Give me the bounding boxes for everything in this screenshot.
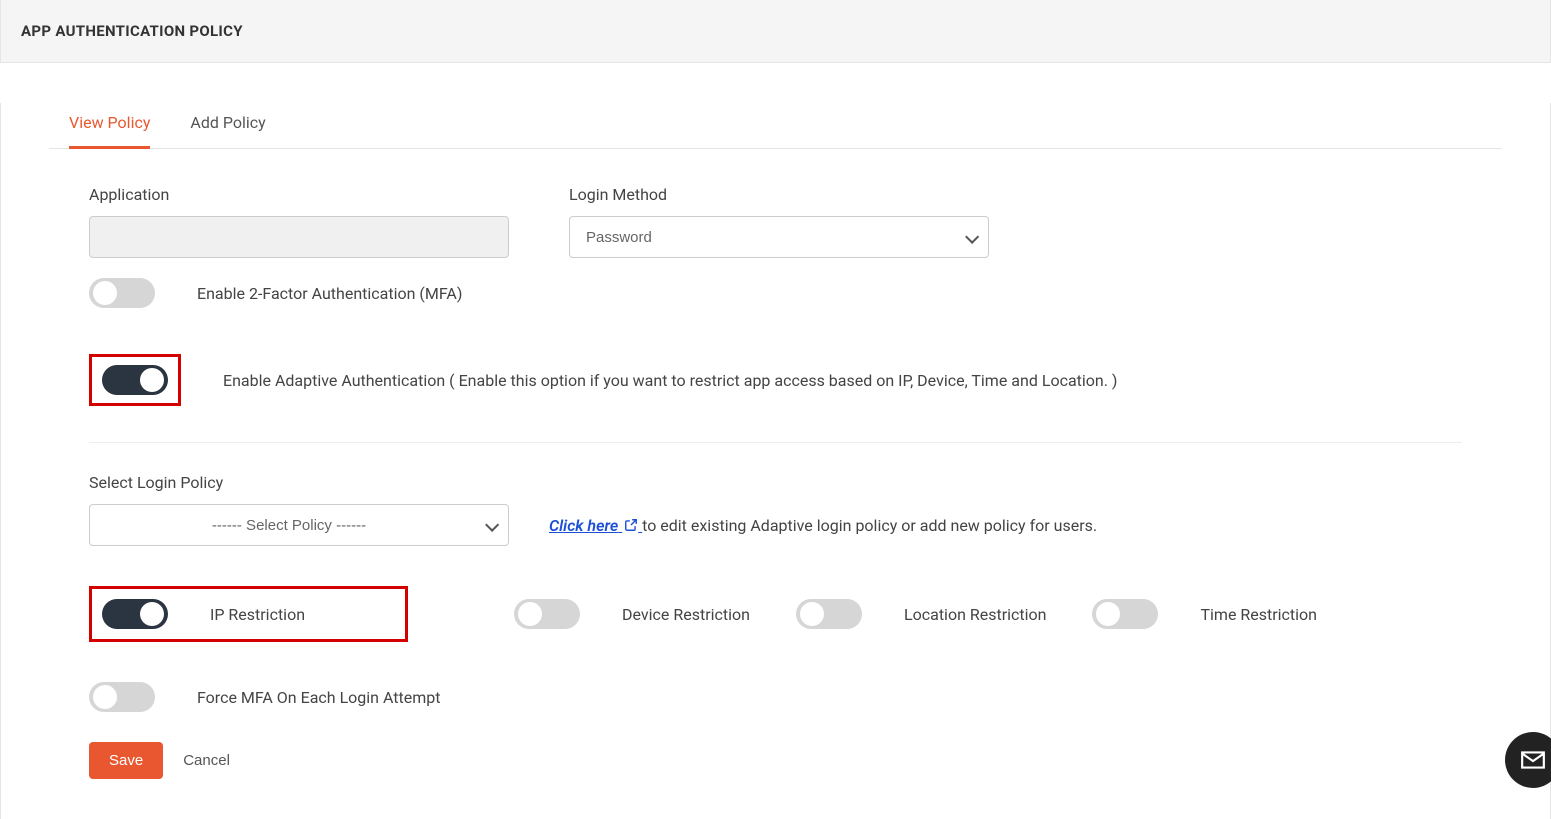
login-method-select[interactable]: Password <box>569 216 989 258</box>
cancel-button[interactable]: Cancel <box>183 752 230 769</box>
highlight-adaptive <box>89 354 181 406</box>
select-policy-wrap: ------ Select Policy ------ <box>89 504 509 546</box>
login-method-select-wrap: Password <box>569 216 989 258</box>
time-restriction-label: Time Restriction <box>1200 605 1317 624</box>
divider <box>89 442 1462 443</box>
policy-help: Click here to edit existing Adaptive log… <box>549 516 1097 546</box>
row-force-mfa: Force MFA On Each Login Attempt <box>89 682 1462 712</box>
location-restriction-label: Location Restriction <box>904 605 1046 624</box>
row-mfa: Enable 2-Factor Authentication (MFA) <box>89 278 1462 308</box>
highlight-ip: IP Restriction <box>89 586 408 642</box>
content: View Policy Add Policy Application Login… <box>0 103 1551 819</box>
toggle-force-mfa[interactable] <box>89 682 155 712</box>
item-time: Time Restriction <box>1092 599 1317 629</box>
application-label: Application <box>89 185 509 204</box>
field-select-policy: Select Login Policy ------ Select Policy… <box>89 473 509 546</box>
toggle-device-restriction[interactable] <box>514 599 580 629</box>
ip-restriction-label: IP Restriction <box>210 605 305 624</box>
save-button-label: Save <box>109 752 143 769</box>
application-input[interactable] <box>89 216 509 258</box>
toggle-location-restriction[interactable] <box>796 599 862 629</box>
tab-add-policy[interactable]: Add Policy <box>190 103 265 149</box>
tab-view-policy[interactable]: View Policy <box>69 103 150 149</box>
field-login-method: Login Method Password <box>569 185 989 258</box>
field-application: Application <box>89 185 509 258</box>
row-select-policy: Select Login Policy ------ Select Policy… <box>89 473 1462 546</box>
page-title: APP AUTHENTICATION POLICY <box>0 0 1551 63</box>
save-button[interactable]: Save <box>89 742 163 779</box>
row-restrictions: IP Restriction Device Restriction Locati… <box>89 586 1462 642</box>
select-policy-label: Select Login Policy <box>89 473 509 492</box>
tab-add-label: Add Policy <box>190 113 265 132</box>
tab-view-label: View Policy <box>69 113 150 132</box>
select-policy[interactable]: ------ Select Policy ------ <box>89 504 509 546</box>
policy-help-suffix: to edit existing Adaptive login policy o… <box>642 516 1097 535</box>
mfa-label: Enable 2-Factor Authentication (MFA) <box>197 284 462 303</box>
row-app-login: Application Login Method Password <box>89 185 1462 258</box>
toggle-ip-restriction[interactable] <box>102 599 168 629</box>
toggle-adaptive[interactable] <box>102 365 168 395</box>
item-device: Device Restriction <box>514 599 750 629</box>
force-mfa-label: Force MFA On Each Login Attempt <box>197 688 441 707</box>
click-here-text: Click here <box>549 516 618 535</box>
adaptive-label: Enable Adaptive Authentication ( Enable … <box>223 371 1117 390</box>
tabs: View Policy Add Policy <box>49 103 1502 149</box>
envelope-icon <box>1520 747 1546 773</box>
device-restriction-label: Device Restriction <box>622 605 750 624</box>
toggle-mfa[interactable] <box>89 278 155 308</box>
page-title-text: APP AUTHENTICATION POLICY <box>21 22 243 40</box>
click-here-link[interactable]: Click here <box>549 516 642 535</box>
row-adaptive: Enable Adaptive Authentication ( Enable … <box>89 354 1462 406</box>
actions: Save Cancel <box>89 742 1462 779</box>
panel: Application Login Method Password Enable… <box>49 149 1502 779</box>
login-method-label: Login Method <box>569 185 989 204</box>
cancel-button-label: Cancel <box>183 752 230 769</box>
external-link-icon <box>624 517 638 536</box>
item-location: Location Restriction <box>796 599 1046 629</box>
toggle-time-restriction[interactable] <box>1092 599 1158 629</box>
